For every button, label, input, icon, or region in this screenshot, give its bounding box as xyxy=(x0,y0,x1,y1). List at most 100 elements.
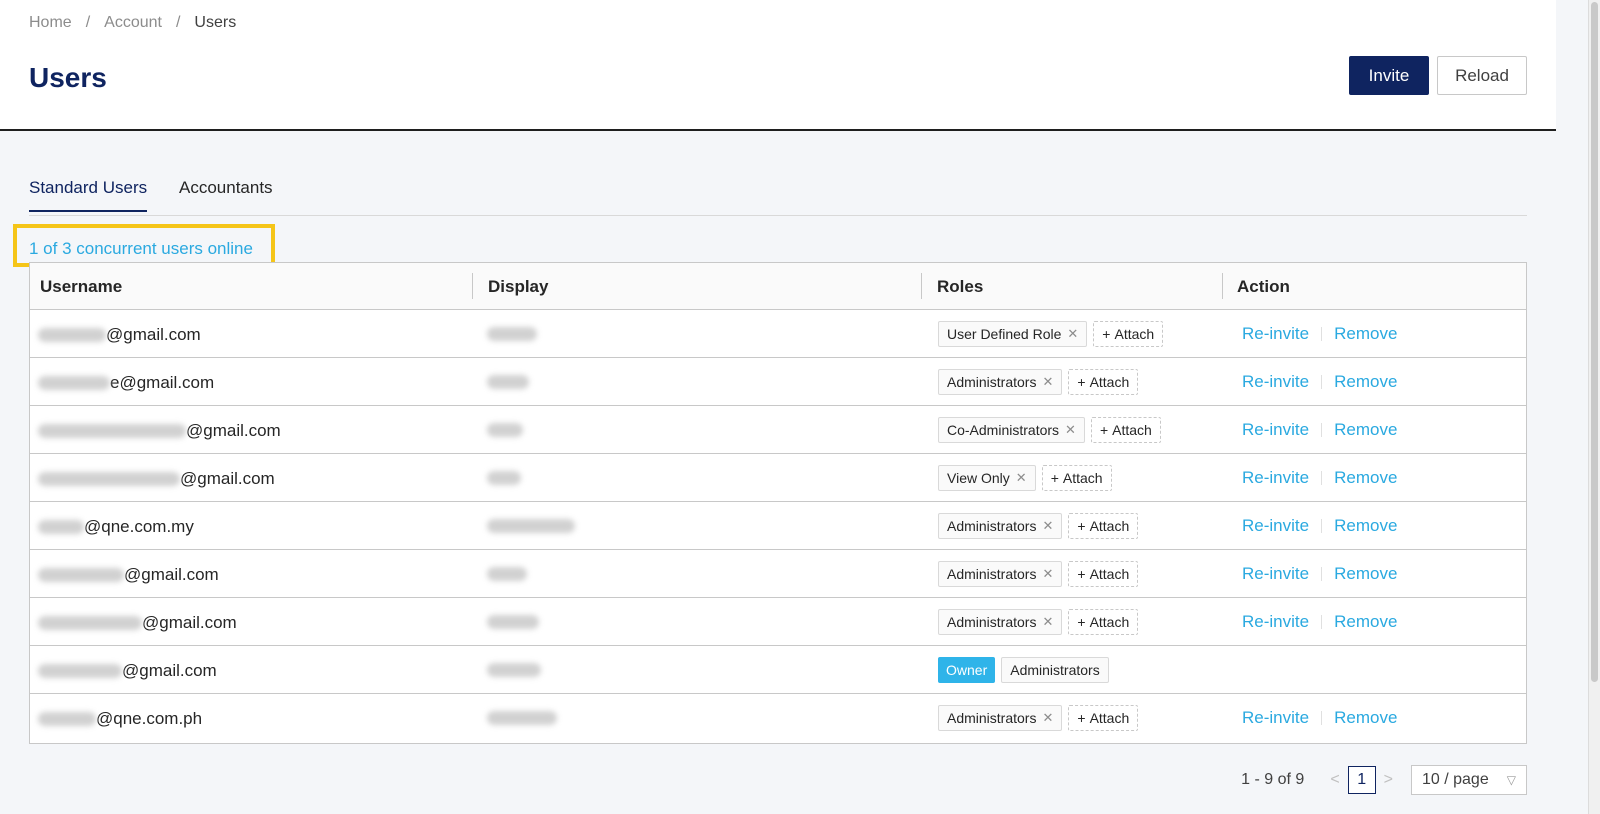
actions-cell: Re-invite Remove xyxy=(1242,612,1397,632)
action-divider xyxy=(1321,711,1323,725)
close-icon[interactable]: ✕ xyxy=(1042,518,1053,534)
actions-cell: Re-invite Remove xyxy=(1242,516,1397,536)
attach-role-button[interactable]: + Attach xyxy=(1068,561,1139,587)
page-title: Users xyxy=(29,62,107,93)
reinvite-link[interactable]: Re-invite xyxy=(1242,372,1309,392)
username-cell: @qne.com.my xyxy=(38,517,194,537)
page-header: Home / Account / Users Users Invite Relo… xyxy=(0,0,1556,131)
attach-role-button[interactable]: + Attach xyxy=(1068,513,1139,539)
remove-link[interactable]: Remove xyxy=(1334,468,1397,488)
breadcrumb-home[interactable]: Home xyxy=(29,14,72,32)
action-divider xyxy=(1321,423,1323,437)
column-divider[interactable] xyxy=(1222,273,1223,299)
redacted-display-name xyxy=(487,519,575,533)
breadcrumb-account[interactable]: Account xyxy=(104,14,162,32)
role-label: Administrators xyxy=(947,614,1037,630)
redacted-username xyxy=(38,520,84,534)
attach-role-button[interactable]: + Attach xyxy=(1068,369,1139,395)
remove-link[interactable]: Remove xyxy=(1334,420,1397,440)
chevron-left-icon[interactable]: < xyxy=(1330,771,1339,789)
redacted-username xyxy=(38,664,122,678)
username-domain: @gmail.com xyxy=(142,613,237,632)
close-icon[interactable]: ✕ xyxy=(1065,422,1076,438)
remove-link[interactable]: Remove xyxy=(1334,612,1397,632)
header-username: Username xyxy=(40,277,123,296)
attach-role-button[interactable]: + Attach xyxy=(1068,609,1139,635)
close-icon[interactable]: ✕ xyxy=(1042,566,1053,582)
roles-cell: Administrators ✕ + Attach xyxy=(938,609,1139,635)
tab-standard-users[interactable]: Standard Users xyxy=(29,178,148,212)
display-cell xyxy=(487,567,527,586)
reinvite-link[interactable]: Re-invite xyxy=(1242,516,1309,536)
remove-link[interactable]: Remove xyxy=(1334,516,1397,536)
close-icon[interactable]: ✕ xyxy=(1042,710,1053,726)
remove-link[interactable]: Remove xyxy=(1334,708,1397,728)
close-icon[interactable]: ✕ xyxy=(1042,374,1053,390)
remove-link[interactable]: Remove xyxy=(1334,324,1397,344)
page-size-select[interactable]: 10 / page ▽ xyxy=(1411,765,1527,795)
action-divider xyxy=(1321,471,1323,485)
attach-label: Attach xyxy=(1089,518,1130,534)
remove-link[interactable]: Remove xyxy=(1334,564,1397,584)
redacted-username xyxy=(38,712,96,726)
display-cell xyxy=(487,471,521,490)
roles-cell: Co-Administrators ✕ + Attach xyxy=(938,417,1161,443)
attach-role-button[interactable]: + Attach xyxy=(1093,321,1164,347)
reinvite-link[interactable]: Re-invite xyxy=(1242,324,1309,344)
reinvite-link[interactable]: Re-invite xyxy=(1242,564,1309,584)
reload-button[interactable]: Reload xyxy=(1437,56,1527,95)
reinvite-link[interactable]: Re-invite xyxy=(1242,420,1309,440)
action-divider xyxy=(1321,567,1323,581)
username-domain: @gmail.com xyxy=(106,325,201,344)
attach-role-button[interactable]: + Attach xyxy=(1041,465,1112,491)
role-tag: Co-Administrators ✕ xyxy=(938,417,1085,443)
roles-cell: Administrators ✕ + Attach xyxy=(938,705,1139,731)
attach-role-button[interactable]: + Attach xyxy=(1068,705,1139,731)
role-tag: Administrators ✕ xyxy=(938,705,1063,731)
username-cell: @qne.com.ph xyxy=(38,709,202,729)
close-icon[interactable]: ✕ xyxy=(1016,470,1027,486)
close-icon[interactable]: ✕ xyxy=(1067,326,1078,342)
page-number-current[interactable]: 1 xyxy=(1347,766,1376,794)
plus-icon: + xyxy=(1102,326,1111,342)
display-cell xyxy=(487,327,537,346)
plus-icon: + xyxy=(1050,470,1059,486)
table-row: e@gmail.com Administrators ✕ + Attach Re-… xyxy=(30,358,1526,406)
action-divider xyxy=(1321,327,1323,341)
username-domain: @qne.com.my xyxy=(84,517,194,536)
redacted-display-name xyxy=(487,567,527,581)
role-tag: Administrators ✕ xyxy=(938,513,1063,539)
table-row: @gmail.com Administrators ✕ + Attach Re-i… xyxy=(30,550,1526,598)
attach-role-button[interactable]: + Attach xyxy=(1090,417,1161,443)
username-domain: e@gmail.com xyxy=(110,373,215,392)
table-row: @gmail.com Co-Administrators ✕ + Attach R… xyxy=(30,406,1526,454)
column-divider[interactable] xyxy=(472,273,473,299)
column-divider[interactable] xyxy=(921,273,922,299)
table-row: @gmail.com Administrators ✕ + Attach Re-i… xyxy=(30,598,1526,646)
table-row: @qne.com.my Administrators ✕ + Attach Re-… xyxy=(30,502,1526,550)
role-label: Administrators xyxy=(1010,662,1100,678)
redacted-display-name xyxy=(487,663,541,677)
redacted-username xyxy=(38,568,124,582)
owner-badge: Owner xyxy=(938,657,996,683)
reinvite-link[interactable]: Re-invite xyxy=(1242,612,1309,632)
tab-accountants[interactable]: Accountants xyxy=(179,178,273,210)
reinvite-link[interactable]: Re-invite xyxy=(1242,708,1309,728)
remove-link[interactable]: Remove xyxy=(1334,372,1397,392)
invite-button[interactable]: Invite xyxy=(1349,56,1429,95)
reinvite-link[interactable]: Re-invite xyxy=(1242,468,1309,488)
vertical-scrollbar[interactable] xyxy=(1588,0,1600,814)
role-tag: Administrators ✕ xyxy=(938,369,1063,395)
close-icon[interactable]: ✕ xyxy=(1042,614,1053,630)
attach-label: Attach xyxy=(1089,710,1130,726)
concurrent-users-status[interactable]: 1 of 3 concurrent users online xyxy=(29,239,253,259)
breadcrumb-separator: / xyxy=(85,14,91,31)
role-tag: User Defined Role ✕ xyxy=(938,321,1088,347)
plus-icon: + xyxy=(1077,518,1086,534)
attach-label: Attach xyxy=(1089,374,1130,390)
chevron-right-icon[interactable]: > xyxy=(1384,771,1393,789)
username-cell: @gmail.com xyxy=(38,325,201,345)
redacted-username xyxy=(38,472,180,486)
scrollbar-thumb[interactable] xyxy=(1591,2,1598,682)
breadcrumb: Home / Account / Users xyxy=(29,14,236,32)
